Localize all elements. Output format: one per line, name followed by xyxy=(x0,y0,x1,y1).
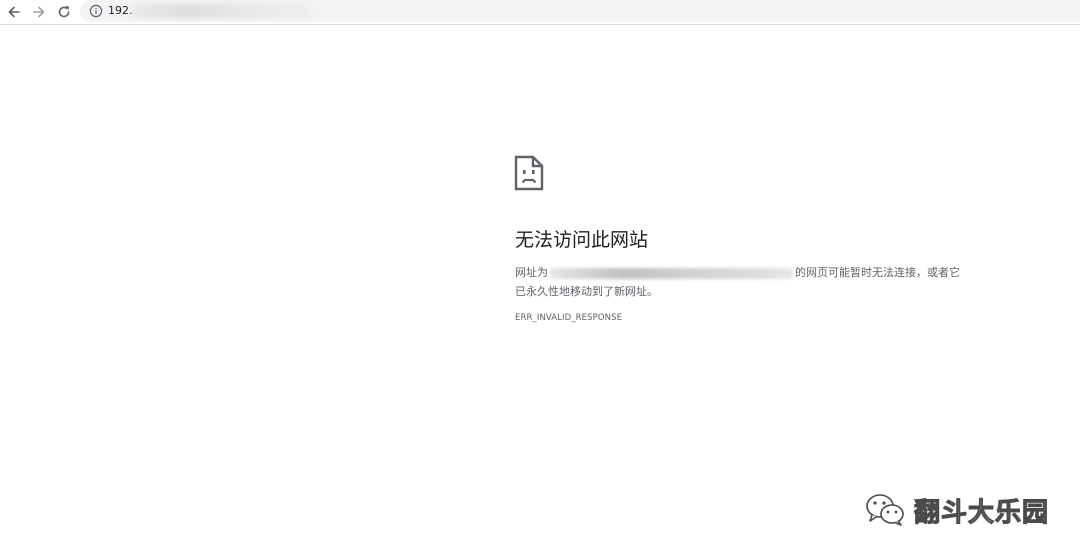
forward-button[interactable] xyxy=(30,3,48,21)
error-code: ERR_INVALID_RESPONSE xyxy=(515,313,623,323)
watermark: 翻斗大乐园 xyxy=(864,490,1049,530)
reload-icon xyxy=(58,6,70,18)
description-line-1: 网址为 的网页可能暂时无法连接，或者它 xyxy=(515,263,985,282)
back-button[interactable] xyxy=(5,3,23,21)
description-line-2: 已永久性地移动到了新网址。 xyxy=(515,285,658,298)
redacted-host xyxy=(550,267,793,279)
sad-document-icon xyxy=(514,155,544,191)
error-description: 网址为 的网页可能暂时无法连接，或者它 已永久性地移动到了新网址。 xyxy=(515,263,985,301)
back-arrow-icon xyxy=(8,6,20,18)
redacted-url xyxy=(133,4,309,18)
reload-button[interactable] xyxy=(55,3,73,21)
address-bar[interactable]: 192. xyxy=(80,0,1080,22)
info-icon[interactable] xyxy=(89,4,103,18)
description-suffix: 的网页可能暂时无法连接，或者它 xyxy=(795,266,960,279)
wechat-icon xyxy=(866,494,904,526)
forward-arrow-icon xyxy=(33,6,45,18)
browser-toolbar: 192. xyxy=(0,0,1080,25)
url-text[interactable]: 192. xyxy=(108,3,133,19)
error-title: 无法访问此网站 xyxy=(515,229,649,251)
watermark-text: 翻斗大乐园 xyxy=(913,497,1050,528)
description-prefix: 网址为 xyxy=(515,266,548,279)
